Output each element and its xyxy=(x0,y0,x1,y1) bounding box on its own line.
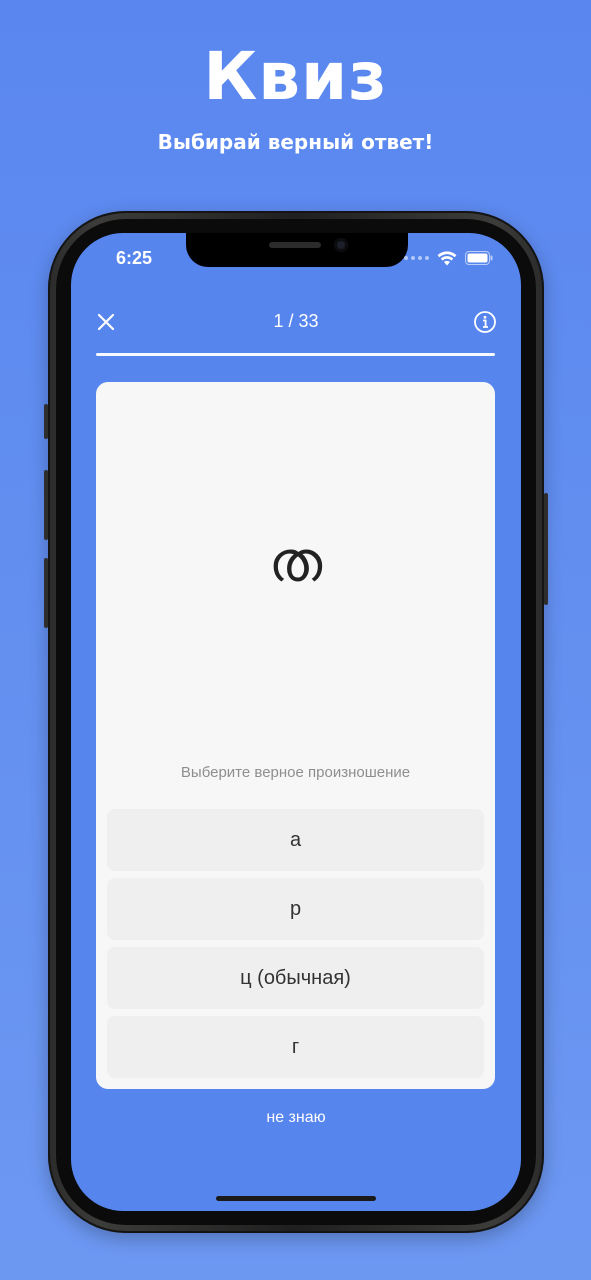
answer-option-3[interactable]: ц (обычная) xyxy=(107,947,484,1009)
power-button xyxy=(544,493,548,605)
volume-up-button xyxy=(44,470,48,540)
answer-option-1[interactable]: а xyxy=(107,809,484,871)
wifi-icon xyxy=(437,250,457,265)
volume-down-button xyxy=(44,558,48,628)
notch xyxy=(186,233,408,267)
signal-dots-icon xyxy=(404,256,429,260)
phone-screen: 6:25 1 / 33 ത Выберите верное произношен xyxy=(71,233,521,1211)
info-icon[interactable] xyxy=(473,310,497,334)
question-card: ത Выберите верное произношение а р ц (об… xyxy=(96,382,495,1089)
promo-subtitle: Выбирай верный ответ! xyxy=(157,130,434,154)
home-indicator xyxy=(216,1196,376,1201)
answer-option-2[interactable]: р xyxy=(107,878,484,940)
question-glyph: ത xyxy=(268,530,323,595)
promo-title: Квиз xyxy=(203,38,388,115)
front-camera xyxy=(334,238,348,252)
mute-switch xyxy=(44,404,48,439)
question-prompt: Выберите верное произношение xyxy=(180,764,411,781)
nav-bar: 1 / 33 xyxy=(71,307,521,337)
status-time: 6:25 xyxy=(116,248,153,268)
progress-label: 1 / 33 xyxy=(273,311,319,331)
progress-bar xyxy=(96,353,495,356)
dont-know-button[interactable]: не знаю xyxy=(71,1109,521,1127)
speaker-grille xyxy=(269,242,321,248)
answer-option-4[interactable]: г xyxy=(107,1016,484,1078)
status-icons xyxy=(404,249,493,267)
battery-icon xyxy=(465,251,493,265)
